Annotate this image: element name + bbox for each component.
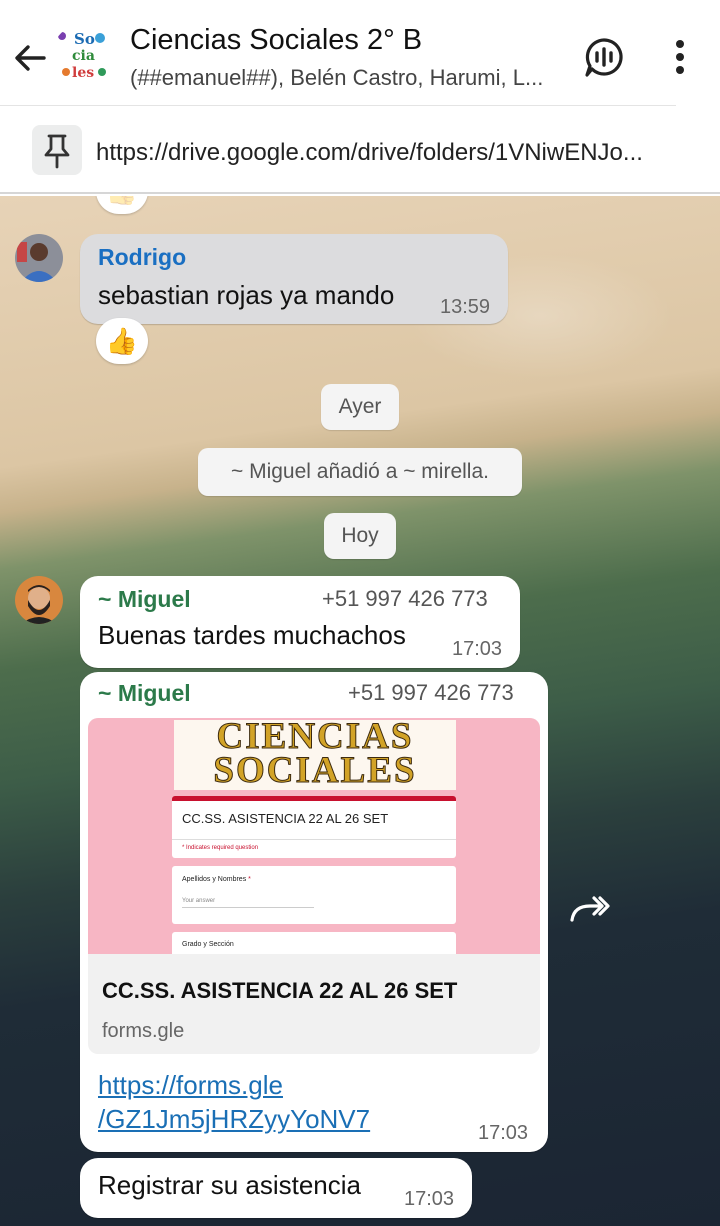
group-members[interactable]: (##emanuel##), Belén Castro, Harumi, L..… — [130, 65, 560, 91]
sender-phone[interactable]: +51 997 426 773 — [322, 586, 488, 612]
message-time: 13:59 — [440, 296, 491, 318]
message-time: 17:03 — [452, 638, 503, 660]
thumbs-up-icon: 👍 — [105, 326, 139, 356]
reaction-partial[interactable]: 👍 — [96, 196, 148, 214]
message-link-line2[interactable]: /GZ1Jm5jHRZyyYoNV7 — [98, 1104, 370, 1135]
date-chip-yesterday: Ayer — [321, 384, 399, 430]
link-preview-card[interactable]: CIENCIAS SOCIALES CC.SS. ASISTENCIA 22 A… — [88, 718, 540, 1054]
avatar-miguel[interactable] — [15, 576, 63, 624]
message-bubble-miguel-3[interactable]: Registrar su asistencia 17:03 — [80, 1158, 472, 1218]
preview-logo-line1: CIENCIAS — [216, 718, 414, 757]
preview-field1-required: * — [248, 876, 251, 883]
preview-form-title: CC.SS. ASISTENCIA 22 AL 26 SET — [182, 811, 389, 826]
message-link-line1[interactable]: https://forms.gle — [98, 1070, 283, 1101]
preview-form-field-2: Grado y Sección — [172, 932, 456, 954]
preview-logo-line2: SOCIALES — [213, 750, 417, 791]
reaction-chip[interactable]: 👍 — [96, 318, 148, 364]
preview-field1-label: Apellidos y Nombres — [182, 876, 247, 883]
group-icon-text-2: cia — [72, 48, 95, 64]
message-text: Registrar su asistencia — [98, 1170, 361, 1200]
preview-form-field-1: Apellidos y Nombres * Your answer — [172, 866, 456, 924]
thumbs-up-icon: 👍 — [106, 196, 138, 206]
sender-name[interactable]: ~ Miguel — [98, 586, 191, 613]
message-bubble-rodrigo[interactable]: Rodrigo sebastian rojas ya mando 13:59 — [80, 234, 508, 324]
message-time: 17:03 — [478, 1122, 529, 1144]
back-arrow-icon[interactable] — [10, 38, 50, 78]
sender-phone[interactable]: +51 997 426 773 — [348, 680, 514, 706]
preview-logo: CIENCIAS SOCIALES — [174, 718, 456, 791]
sender-name[interactable]: Rodrigo — [98, 244, 186, 271]
group-icon-text-3: les — [72, 65, 94, 81]
group-icon-text-1: So — [74, 30, 95, 48]
chat-header: So cia les Ciencias Sociales 2° B (##ema… — [0, 0, 720, 106]
pinned-message-bar[interactable]: https://drive.google.com/drive/folders/1… — [0, 106, 720, 194]
pin-icon — [32, 125, 82, 175]
message-bubble-miguel-1[interactable]: ~ Miguel +51 997 426 773 Buenas tardes m… — [80, 576, 520, 668]
preview-form-required: * Indicates required question — [182, 845, 259, 851]
preview-field2-label: Grado y Sección — [182, 941, 234, 948]
avatar-rodrigo[interactable] — [15, 234, 63, 282]
message-text: sebastian rojas ya mando — [98, 280, 395, 310]
system-message: ~ Miguel añadió a ~ mirella. — [198, 448, 522, 496]
message-text: Buenas tardes muchachos — [98, 620, 406, 650]
date-chip-today: Hoy — [324, 513, 396, 559]
forward-icon[interactable] — [568, 892, 612, 926]
voice-call-icon[interactable] — [582, 36, 626, 80]
message-time: 17:03 — [404, 1188, 455, 1210]
link-preview-title[interactable]: CC.SS. ASISTENCIA 22 AL 26 SET — [102, 978, 457, 1004]
sender-name[interactable]: ~ Miguel — [98, 680, 191, 707]
pinned-message-text[interactable]: https://drive.google.com/drive/folders/1… — [96, 139, 706, 167]
group-avatar[interactable]: So cia les — [52, 24, 114, 86]
link-preview-domain: forms.gle — [102, 1020, 185, 1042]
chat-area[interactable]: 👍 Rodrigo sebastian rojas ya mando 13:59… — [0, 196, 720, 1226]
link-preview-image[interactable]: CIENCIAS SOCIALES CC.SS. ASISTENCIA 22 A… — [88, 718, 540, 954]
group-name[interactable]: Ciencias Sociales 2° B — [130, 24, 422, 57]
preview-field1-placeholder: Your answer — [182, 898, 216, 904]
more-vert-icon[interactable] — [664, 36, 696, 80]
preview-form-header: CC.SS. ASISTENCIA 22 AL 26 SET * Indicat… — [172, 796, 456, 858]
message-bubble-miguel-2[interactable]: ~ Miguel +51 997 426 773 CIENCIAS SOCIAL… — [80, 672, 548, 1152]
